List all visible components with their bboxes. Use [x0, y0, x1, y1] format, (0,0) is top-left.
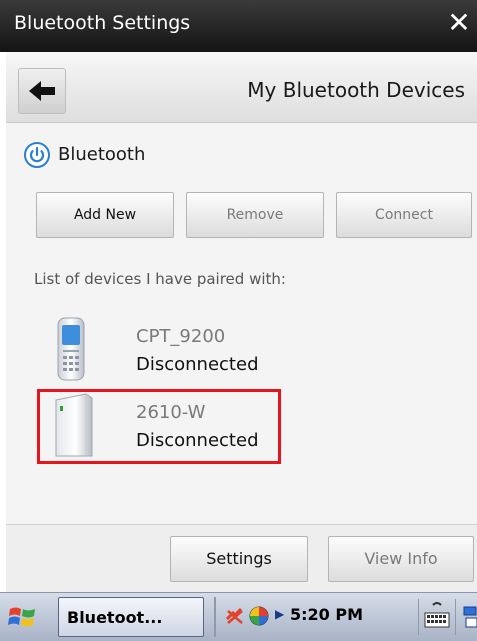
connect-button[interactable]: Connect [336, 192, 472, 238]
selection-highlight [37, 389, 281, 464]
settings-button[interactable]: Settings [170, 536, 308, 582]
back-button[interactable] [18, 68, 66, 114]
screen: Bluetooth Settings ✕ My Bluetooth Device… [0, 0, 477, 641]
taskbar: Bluetoot... ▶ 5:20 PM [0, 592, 477, 641]
power-icon [24, 142, 50, 168]
page-title: My Bluetooth Devices [247, 78, 465, 102]
add-new-button[interactable]: Add New [36, 192, 174, 238]
clock[interactable]: 5:20 PM [290, 605, 363, 624]
network-status-icon[interactable] [224, 605, 246, 627]
device-status: Disconnected [136, 354, 259, 375]
view-info-button[interactable]: View Info [328, 536, 474, 582]
bluetooth-label: Bluetooth [58, 144, 146, 165]
close-icon[interactable]: ✕ [447, 6, 471, 40]
back-arrow-icon [29, 81, 55, 101]
paired-list-heading: List of devices I have paired with: [34, 270, 286, 288]
windows-start-icon[interactable] [6, 601, 40, 633]
title-bar: Bluetooth Settings ✕ [0, 0, 477, 52]
tray-expand-icon[interactable]: ▶ [275, 607, 284, 621]
tray-divider [214, 597, 216, 637]
keyboard-icon[interactable] [418, 599, 456, 635]
taskbar-app-button[interactable]: Bluetoot... [58, 597, 204, 637]
device-name: CPT_9200 [136, 326, 226, 347]
window-title: Bluetooth Settings [14, 12, 191, 34]
window-switch-icon[interactable] [462, 601, 477, 633]
phone-icon [57, 317, 85, 381]
remove-button[interactable]: Remove [186, 192, 324, 238]
list-item[interactable]: CPT_9200 Disconnected [6, 314, 477, 384]
sync-globe-icon[interactable] [248, 605, 270, 627]
content-area: My Bluetooth Devices Bluetooth Add New R… [6, 52, 477, 593]
nav-bar: My Bluetooth Devices [6, 52, 477, 123]
